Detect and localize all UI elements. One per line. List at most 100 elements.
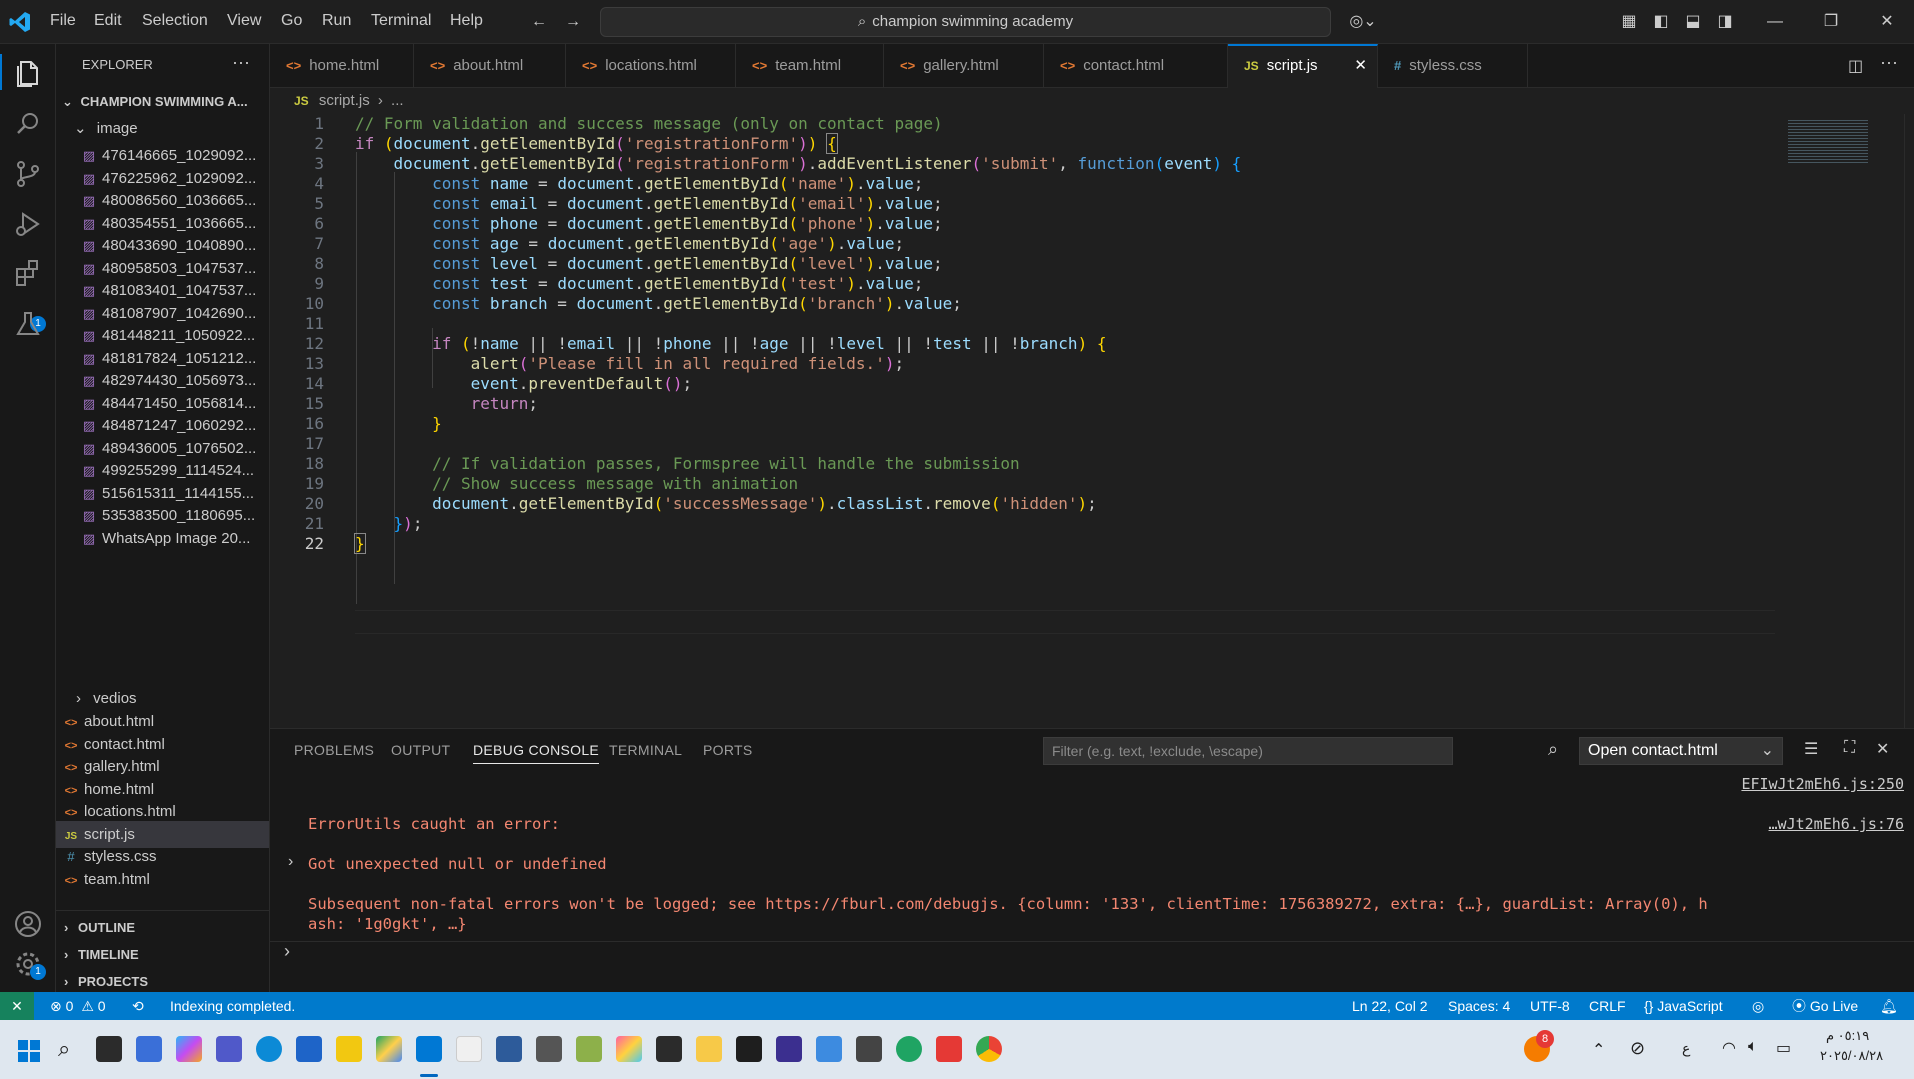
menu-help[interactable]: Help [450, 12, 483, 30]
minimize-icon[interactable]: — [1764, 11, 1786, 33]
command-center-search[interactable]: ⌕ champion swimming academy [600, 7, 1331, 37]
task-view-icon[interactable] [96, 1036, 122, 1062]
tab-about-html[interactable]: <> about.html [414, 44, 566, 88]
copilot-status-icon[interactable]: ◎ [1752, 992, 1764, 1020]
app-icon[interactable] [856, 1036, 882, 1062]
menu-selection[interactable]: Selection [142, 12, 208, 30]
wifi-icon[interactable]: ◠ [1722, 1038, 1736, 1058]
chevron-right-icon[interactable]: › [288, 853, 293, 871]
menu-run[interactable]: Run [322, 12, 351, 30]
vscode-logo-icon[interactable] [8, 10, 32, 34]
console-filter-input[interactable] [1043, 737, 1453, 765]
split-editor-icon[interactable]: ◫ [1848, 56, 1863, 76]
language-mode[interactable]: {} JavaScript [1644, 992, 1723, 1020]
clear-console-icon[interactable]: ☰ [1804, 739, 1818, 759]
tab-team-html[interactable]: <> team.html [736, 44, 884, 88]
end-of-line[interactable]: CRLF [1589, 992, 1626, 1020]
debug-session-select[interactable]: Open contact.html ⌄ [1579, 737, 1783, 765]
app-icon[interactable] [736, 1036, 762, 1062]
copilot-app-icon[interactable] [176, 1036, 202, 1062]
chevron-up-icon[interactable]: ⌃ [1592, 1040, 1605, 1060]
run-debug-icon[interactable] [10, 206, 46, 242]
search-icon[interactable]: ⌕ [1548, 739, 1558, 760]
tab-contact-html[interactable]: <> contact.html [1044, 44, 1228, 88]
extensions-icon[interactable] [10, 256, 46, 292]
restore-icon[interactable]: ❐ [1820, 11, 1842, 33]
accounts-icon[interactable] [10, 906, 46, 942]
console-prompt-icon[interactable]: › [284, 941, 290, 962]
file-item-team-html[interactable]: <> team.html [56, 866, 269, 893]
menu-terminal[interactable]: Terminal [371, 12, 431, 30]
file-item-image[interactable]: ▨ WhatsApp Image 20... [56, 525, 269, 552]
code-editor[interactable]: 1 2 3 4 5 6 7 8 9 10 11 12 13 14 15 16 17 18 19 20 21 22 // F… [270, 114, 1914, 728]
app-icon[interactable] [536, 1036, 562, 1062]
section-outline[interactable]: › OUTLINE [56, 914, 269, 941]
w3schools-icon[interactable] [456, 1036, 482, 1062]
close-window-icon[interactable]: ✕ [1876, 11, 1898, 33]
toggle-secondary-sidebar-icon[interactable]: ◨ [1714, 11, 1736, 33]
file-explorer-icon[interactable] [696, 1036, 722, 1062]
panel-tab-debug-console[interactable]: DEBUG CONSOLE [473, 742, 600, 764]
console-source-link[interactable]: EFIwJt2mEh6.js:250 [1741, 775, 1904, 793]
cursor-position[interactable]: Ln 22, Col 2 [1352, 992, 1428, 1020]
store-icon[interactable] [136, 1036, 162, 1062]
tab-styless-css[interactable]: # styless.css [1378, 44, 1528, 88]
explorer-icon[interactable] [10, 56, 46, 92]
input-language[interactable]: ع [1682, 1040, 1690, 1057]
more-actions-icon[interactable]: ··· [1880, 52, 1898, 73]
app-icon[interactable] [816, 1036, 842, 1062]
section-projects[interactable]: › PROJECTS [56, 968, 269, 992]
minimap[interactable] [1788, 120, 1868, 164]
tab-home-html[interactable]: <> home.html [270, 44, 414, 88]
source-control-icon[interactable] [10, 156, 46, 192]
app-icon[interactable] [776, 1036, 802, 1062]
tray-icon[interactable]: ⊘ [1630, 1038, 1645, 1059]
app-icon[interactable] [896, 1036, 922, 1062]
testing-flask-icon[interactable] [10, 306, 46, 342]
go-live-button[interactable]: ⦿ Go Live [1792, 992, 1858, 1020]
indentation[interactable]: Spaces: 4 [1448, 992, 1510, 1020]
back-arrow-icon[interactable]: ← [528, 11, 550, 33]
panel-tab-output[interactable]: OUTPUT [391, 742, 450, 758]
menu-view[interactable]: View [227, 12, 261, 30]
clock-date[interactable]: ٢٠٢٥/٠٨/٢٨ [1820, 1048, 1883, 1064]
tab-gallery-html[interactable]: <> gallery.html [884, 44, 1044, 88]
toggle-panel-icon[interactable]: ⬓ [1682, 11, 1704, 33]
folder-image[interactable]: ⌄ image [56, 115, 269, 142]
app-icon[interactable] [336, 1036, 362, 1062]
menu-file[interactable]: File [50, 12, 76, 30]
taskbar-search-icon[interactable]: ⌕ [58, 1036, 70, 1062]
notifications-bell-icon[interactable]: 🔔︎ [1880, 992, 1898, 1020]
customize-layout-icon[interactable]: ▦ [1618, 11, 1640, 33]
forward-arrow-icon[interactable]: → [562, 11, 584, 33]
app-icon[interactable] [296, 1036, 322, 1062]
edge-icon[interactable] [256, 1036, 282, 1062]
workspace-root[interactable]: ⌄ CHAMPION SWIMMING A... [56, 88, 269, 115]
drive-icon[interactable] [376, 1036, 402, 1062]
breadcrumb-file[interactable]: script.js [319, 92, 370, 109]
app-icon[interactable] [936, 1036, 962, 1062]
volume-icon[interactable]: 🔈︎ [1748, 1038, 1758, 1056]
close-tab-icon[interactable]: ✕ [1354, 46, 1367, 86]
app-icon[interactable] [656, 1036, 682, 1062]
toggle-primary-sidebar-icon[interactable]: ◧ [1650, 11, 1672, 33]
tab-script-js[interactable]: JS script.js ✕ [1228, 44, 1378, 88]
windows-start-icon[interactable] [18, 1040, 40, 1062]
panel-tab-terminal[interactable]: TERMINAL [609, 742, 682, 758]
clock-time[interactable]: ٠٥:١٩ م [1826, 1028, 1869, 1044]
section-timeline[interactable]: › TIMELINE [56, 941, 269, 968]
console-source-link[interactable]: …wJt2mEh6.js:76 [1769, 815, 1904, 833]
maximize-panel-icon[interactable]: ⛶ [1844, 739, 1855, 757]
editor-scrollbar[interactable] [1904, 114, 1914, 728]
encoding[interactable]: UTF-8 [1530, 992, 1570, 1020]
panel-tab-problems[interactable]: PROBLEMS [294, 742, 374, 758]
panel-tab-ports[interactable]: PORTS [703, 742, 752, 758]
app-icon[interactable] [496, 1036, 522, 1062]
vscode-taskbar-icon[interactable] [416, 1036, 442, 1062]
copilot-icon[interactable]: ◎⌄ [1346, 11, 1380, 33]
chrome-icon[interactable] [976, 1036, 1002, 1062]
app-icon[interactable] [576, 1036, 602, 1062]
close-panel-icon[interactable]: ✕ [1876, 739, 1889, 759]
teams-icon[interactable] [216, 1036, 242, 1062]
battery-icon[interactable]: ▭ [1776, 1038, 1791, 1058]
